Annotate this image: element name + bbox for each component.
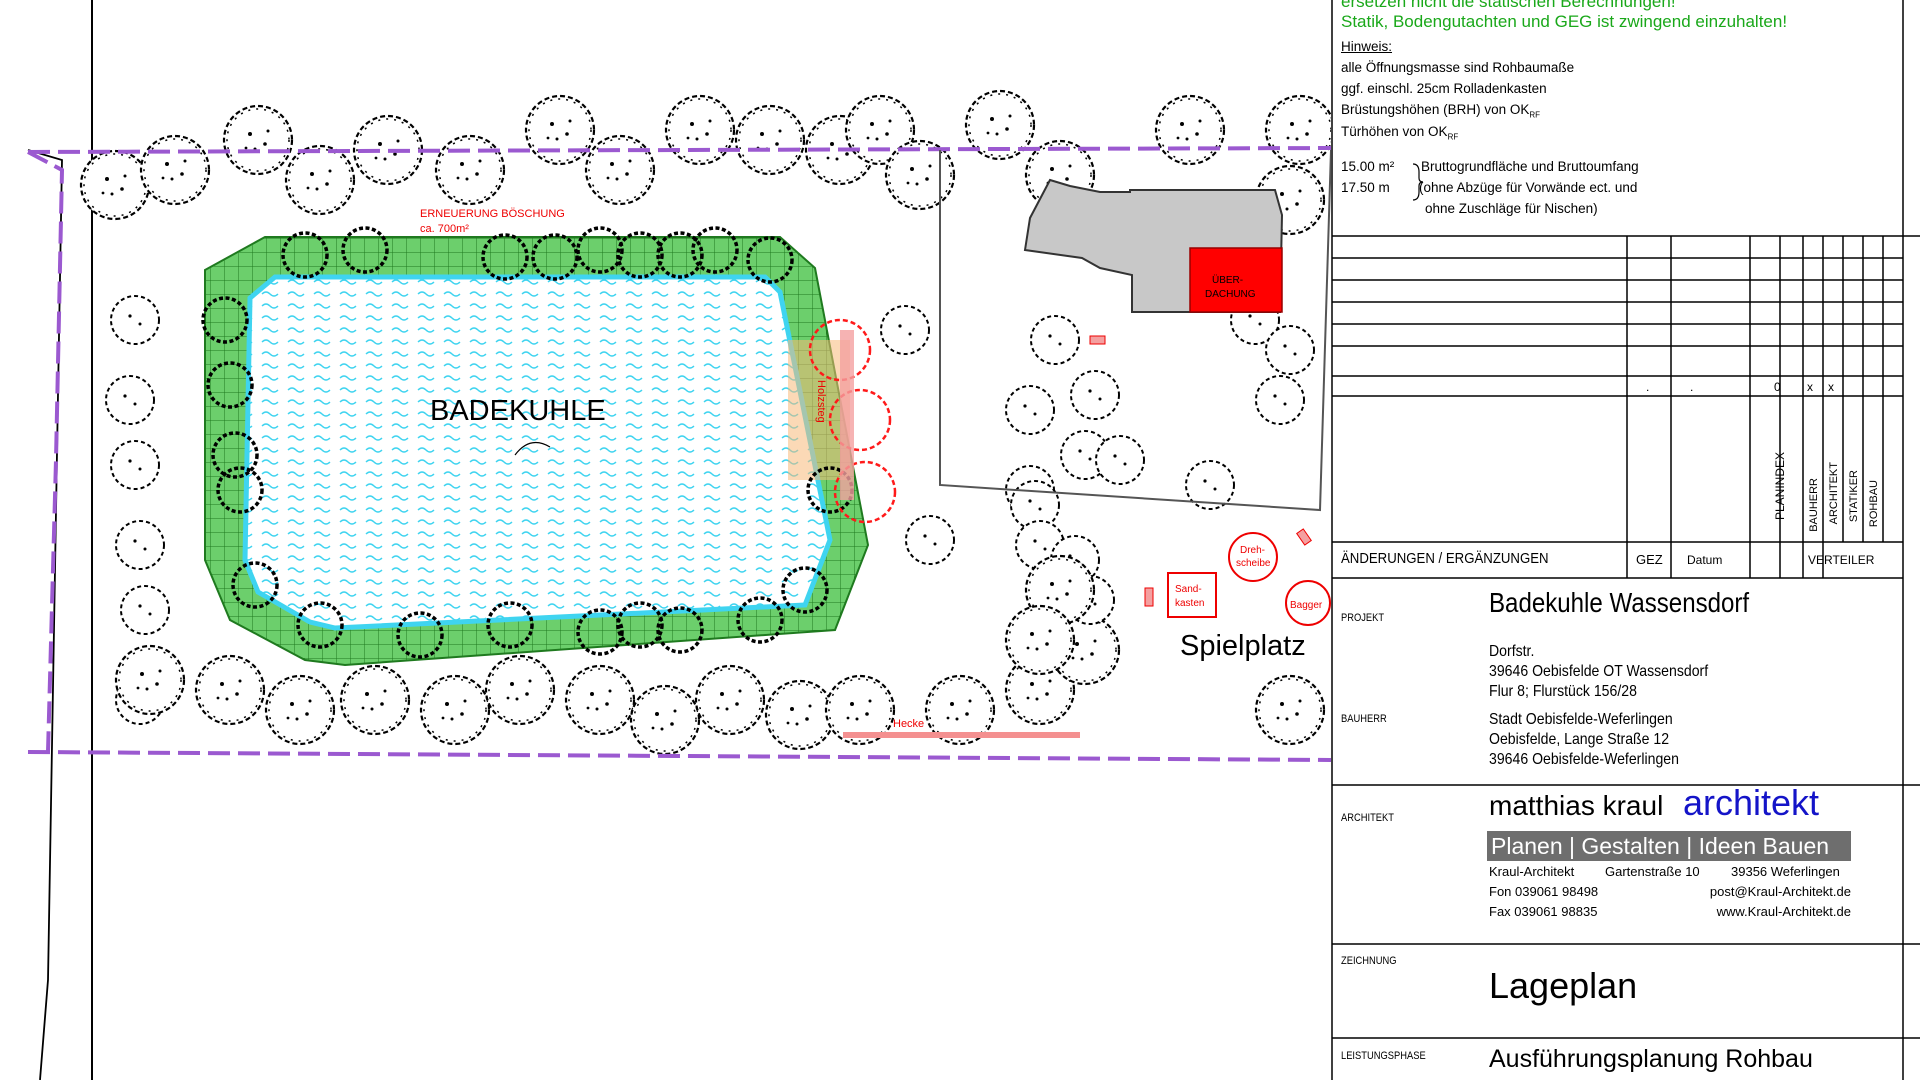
architect-label: ARCHITEKT (1341, 812, 1394, 824)
architect-company: Kraul-Architekt (1489, 864, 1575, 879)
architect-fax: Fax 039061 98835 (1489, 904, 1598, 919)
hinweis-line-3-sub: RF (1529, 110, 1541, 120)
area-desc-1: Bruttogrundfläche und Bruttoumfang (1421, 159, 1639, 174)
slope-label-2: ca. 700m² (420, 223, 469, 235)
playground-small-item-3 (1296, 528, 1312, 546)
architect-phone: Fon 039061 98498 (1489, 884, 1599, 899)
index-mark-gez: . (1646, 380, 1650, 394)
pond-label: BADEKUHLE (430, 395, 606, 427)
client-line-2: Oebisfelde, Lange Straße 12 (1489, 731, 1670, 748)
area-desc-2: (ohne Abzüge für Vorwände ect. und (1419, 180, 1638, 195)
gross-area-value: 15.00 m² (1341, 159, 1395, 174)
gez-header: GEZ (1636, 552, 1663, 567)
playground-small-item-2 (1144, 587, 1154, 607)
turntable-label-2: scheibe (1236, 558, 1271, 569)
road-edge-line (27, 149, 63, 1080)
project-label: PROJEKT (1341, 612, 1385, 624)
architect-city: 39356 Weferlingen (1731, 864, 1840, 879)
project-address-2: 39646 Oebisfelde OT Wassensdorf (1489, 663, 1709, 680)
roof-label-1: ÜBER- (1212, 274, 1243, 286)
hinweis-line-3-text: Brüstungshöhen (BRH) von OK (1341, 102, 1530, 117)
footbridge (840, 330, 854, 500)
hinweis-line-4-text: Türhöhen von OK (1341, 124, 1448, 139)
architect-name: matthias kraul (1489, 790, 1664, 821)
sandbox-shape (1167, 572, 1217, 618)
architect-email: post@Kraul-Architekt.de (1709, 884, 1851, 899)
hinweis-label: Hinweis: (1341, 39, 1393, 54)
index-mark-architekt: x (1828, 380, 1834, 394)
changes-header: ÄNDERUNGEN / ERGÄNZUNGEN (1341, 550, 1549, 567)
client-label: BAUHERR (1341, 713, 1387, 725)
playground-small-item-1 (1089, 335, 1106, 345)
verteiler-header: VERTEILER (1808, 553, 1875, 567)
project-address-3: Flur 8; Flurstück 156/28 (1489, 683, 1637, 700)
planindex-header: PLANINDEX (1773, 452, 1787, 521)
bauherr-header: BAUHERR (1808, 478, 1820, 532)
hinweis-line-4-sub: RF (1447, 132, 1459, 142)
slope-label-1: ERNEUERUNG BÖSCHUNG (420, 208, 565, 220)
digger-label: Bagger (1290, 600, 1323, 611)
project-address-1: Dorfstr. (1489, 643, 1535, 660)
client-address: Stadt Oebisfelde-Weferlingen Oebisfelde,… (1489, 710, 1679, 770)
site-plan-drawing: BADEKUHLE ERNEUERUNG BÖSCHUNG ca. 700m² … (27, 0, 1331, 1080)
datum-header: Datum (1687, 553, 1723, 567)
project-address: Dorfstr. 39646 Oebisfelde OT Wassensdorf… (1489, 642, 1708, 702)
rohbau-header: ROHBAU (1868, 480, 1880, 528)
note-static-1: ersetzen nicht die statischen Berechnung… (1341, 0, 1676, 11)
playground-label: Spielplatz (1180, 630, 1306, 662)
hinweis-line-4: Türhöhen von OKRF (1341, 122, 1458, 148)
note-static-2: Statik, Bodengutachten und GEG ist zwing… (1341, 12, 1788, 31)
hinweis-line-2: ggf. einschl. 25cm Rolladenkasten (1341, 81, 1547, 96)
index-mark-planindex: 0 (1774, 380, 1781, 394)
title-block: ersetzen nicht die statischen Berechnung… (1331, 0, 1920, 1080)
index-mark-datum: . (1690, 380, 1694, 394)
index-mark-bauherr: x (1807, 380, 1813, 394)
turntable-label-1: Dreh- (1240, 545, 1265, 556)
architect-street: Gartenstraße 10 (1605, 864, 1700, 879)
hedge-label: Hecke (893, 718, 924, 730)
architekt-header: ARCHITEKT (1828, 462, 1840, 525)
sandbox-label-1: Sand- (1175, 584, 1202, 595)
client-line-1: Stadt Oebisfelde-Weferlingen (1489, 711, 1673, 728)
turntable-shape (1228, 532, 1278, 582)
architect-title: architekt (1683, 782, 1820, 823)
footbridge-label: Holzsteg (815, 380, 827, 423)
drawing-title: Lageplan (1489, 965, 1638, 1006)
roof-label-2: DACHUNG (1205, 289, 1256, 300)
sandbox-label-2: kasten (1175, 598, 1204, 609)
phase-label: LEISTUNGSPHASE (1341, 1050, 1426, 1062)
drawing-label: ZEICHNUNG (1341, 955, 1397, 967)
area-desc-3: ohne Zuschläge für Nischen) (1425, 201, 1598, 216)
hinweis-line-1: alle Öffnungsmasse sind Rohbaumaße (1341, 60, 1575, 75)
phase-title: Ausführungsplanung Rohbau (1489, 1045, 1813, 1073)
project-title: Badekuhle Wassensdorf (1489, 587, 1750, 618)
client-line-3: 39646 Oebisfelde-Weferlingen (1489, 751, 1679, 768)
architect-slogan: Planen | Gestalten | Ideen Bauen (1487, 831, 1851, 861)
gross-perimeter-value: 17.50 m (1341, 180, 1390, 195)
architect-web: www.Kraul-Architekt.de (1716, 904, 1851, 919)
statiker-header: STATIKER (1848, 470, 1860, 523)
